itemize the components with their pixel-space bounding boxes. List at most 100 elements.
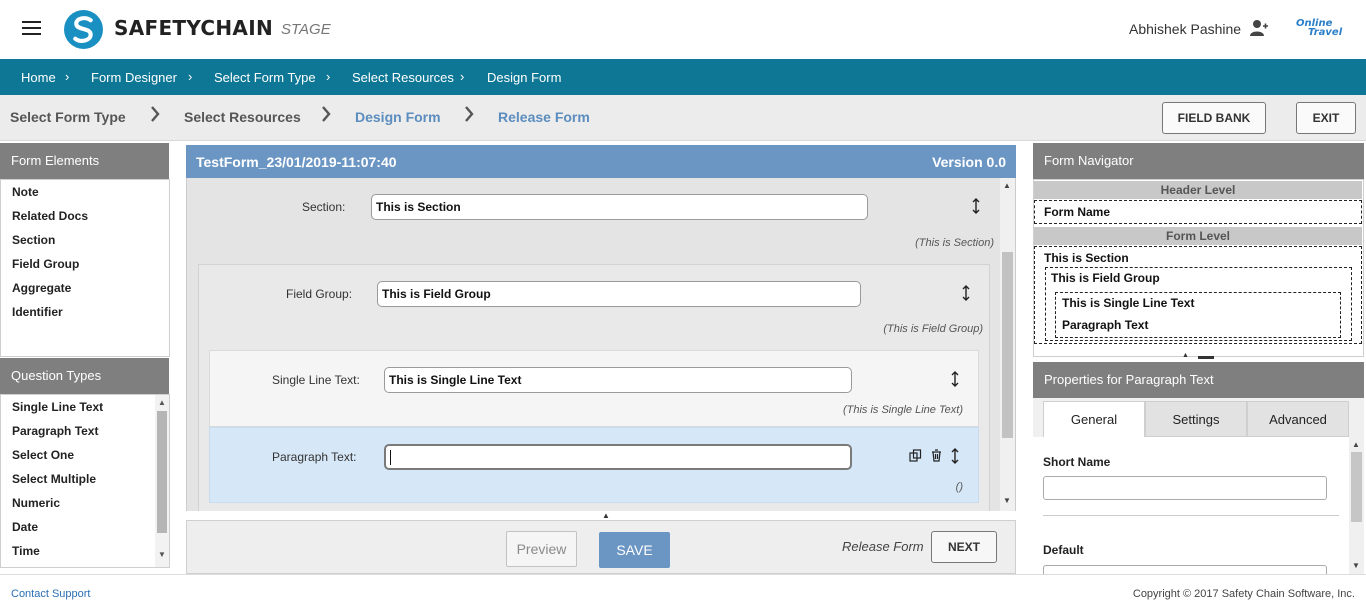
question-type-single-line-text[interactable]: Single Line Text	[12, 400, 103, 414]
question-types-list: Single Line Text Paragraph Text Select O…	[0, 394, 170, 568]
general-tab-content: Short Name Default	[1033, 437, 1349, 574]
breadcrumb-separator: ›	[65, 69, 70, 84]
field-group-input[interactable]: This is Field Group	[377, 281, 861, 307]
tab-advanced[interactable]: Advanced	[1247, 401, 1349, 437]
form-navigator-header: Form Navigator	[1033, 143, 1364, 179]
move-icon[interactable]	[962, 285, 970, 301]
single-line-text-label: Single Line Text:	[272, 373, 360, 387]
question-types-header: Question Types	[0, 358, 169, 394]
paragraph-text-input[interactable]	[384, 444, 852, 470]
next-button[interactable]: NEXT	[931, 531, 997, 563]
text-cursor	[390, 450, 391, 465]
breadcrumb-home[interactable]: Home	[21, 70, 56, 85]
field-bank-button[interactable]: FIELD BANK	[1162, 102, 1266, 134]
short-name-label: Short Name	[1043, 455, 1111, 469]
delete-icon[interactable]	[931, 449, 942, 462]
form-elements-list: Note Related Docs Section Field Group Ag…	[0, 179, 170, 357]
form-element-section[interactable]: Section	[12, 233, 55, 247]
field-group-label: Field Group:	[286, 287, 353, 301]
nav-form-name[interactable]: Form Name	[1044, 205, 1110, 219]
default-label: Default	[1043, 543, 1084, 557]
paragraph-text-row[interactable]: Paragraph Text: ()	[209, 427, 979, 503]
paragraph-text-label: Paragraph Text:	[272, 450, 357, 464]
brand-logo: Online Travel	[1292, 17, 1342, 41]
form-name: TestForm_23/01/2019-11:07:40	[196, 154, 397, 170]
form-element-note[interactable]: Note	[12, 185, 39, 199]
preview-button[interactable]: Preview	[506, 531, 577, 567]
single-line-text-row[interactable]: Single Line Text: This is Single Line Te…	[209, 350, 979, 427]
scroll-down-icon[interactable]: ▼	[158, 550, 166, 559]
move-icon[interactable]	[951, 371, 959, 387]
move-icon[interactable]	[951, 448, 959, 464]
username[interactable]: Abhishek Pashine	[1129, 21, 1241, 37]
step-design-form[interactable]: Design Form	[355, 109, 441, 125]
nav-field-group[interactable]: This is Field Group	[1051, 271, 1160, 285]
step-release-form[interactable]: Release Form	[498, 109, 590, 125]
exit-button[interactable]: EXIT	[1296, 102, 1356, 134]
form-elements-header: Form Elements	[0, 143, 169, 179]
scrollbar-thumb[interactable]	[1351, 452, 1362, 522]
question-type-date[interactable]: Date	[12, 520, 38, 534]
form-title-bar: TestForm_23/01/2019-11:07:40 Version 0.0	[186, 145, 1016, 178]
section-caption: (This is Section)	[915, 237, 994, 249]
scroll-down-icon[interactable]: ▼	[1003, 496, 1011, 505]
default-input[interactable]	[1043, 565, 1327, 574]
step-select-resources[interactable]: Select Resources	[184, 109, 301, 125]
collapse-up-icon[interactable]: ▲	[1182, 352, 1189, 359]
menu-icon[interactable]	[22, 21, 41, 37]
environment-label: STAGE	[281, 21, 331, 38]
step-select-form-type[interactable]: Select Form Type	[10, 109, 126, 125]
nav-paragraph-text[interactable]: Paragraph Text	[1062, 318, 1148, 332]
scroll-up-icon[interactable]: ▲	[158, 398, 166, 407]
question-types-scrollbar[interactable]: ▲ ▼	[155, 395, 169, 567]
section-input[interactable]: This is Section	[371, 194, 868, 220]
field-group-caption: (This is Field Group)	[883, 323, 983, 335]
breadcrumb-select-resources[interactable]: Select Resources	[352, 70, 454, 85]
copy-icon[interactable]	[909, 449, 922, 462]
chevron-right-icon	[465, 106, 474, 122]
footer: Contact Support Copyright © 2017 Safety …	[0, 574, 1366, 612]
tab-settings[interactable]: Settings	[1145, 401, 1247, 437]
move-icon[interactable]	[972, 198, 980, 214]
breadcrumb: Home › Form Designer › Select Form Type …	[0, 59, 1366, 95]
form-element-identifier[interactable]: Identifier	[12, 305, 63, 319]
form-actions-bar: Preview SAVE Release Form NEXT	[186, 520, 1016, 574]
short-name-input[interactable]	[1043, 476, 1327, 500]
scroll-up-icon[interactable]: ▲	[1003, 181, 1011, 190]
top-header: SAFETYCHAIN STAGE Abhishek Pashine Onlin…	[0, 0, 1366, 59]
scroll-up-icon[interactable]: ▲	[1352, 440, 1360, 449]
nav-section[interactable]: This is Section	[1044, 251, 1129, 265]
question-type-numeric[interactable]: Numeric	[12, 496, 60, 510]
nav-single-line-text[interactable]: This is Single Line Text	[1062, 296, 1194, 310]
tab-general[interactable]: General	[1043, 401, 1145, 437]
logo-text: SAFETYCHAIN	[114, 16, 273, 40]
question-type-select-multiple[interactable]: Select Multiple	[12, 472, 96, 486]
section-label: Section:	[302, 200, 346, 214]
breadcrumb-design-form: Design Form	[487, 70, 562, 85]
collapse-up-icon[interactable]: ▲	[602, 511, 610, 520]
form-canvas: Section: This is Section (This is Sectio…	[186, 178, 1016, 511]
chevron-right-icon	[151, 106, 160, 122]
breadcrumb-select-form-type[interactable]: Select Form Type	[214, 70, 316, 85]
scrollbar-thumb[interactable]	[157, 411, 167, 533]
question-type-select-one[interactable]: Select One	[12, 448, 74, 462]
question-type-paragraph-text[interactable]: Paragraph Text	[12, 424, 98, 438]
properties-scrollbar[interactable]: ▲ ▼	[1349, 437, 1364, 574]
form-level-bar: Form Level	[1034, 227, 1362, 245]
save-button[interactable]: SAVE	[599, 532, 670, 568]
form-element-field-group[interactable]: Field Group	[12, 257, 79, 271]
contact-support-link[interactable]: Contact Support	[11, 588, 91, 600]
question-type-time[interactable]: Time	[12, 544, 40, 558]
resize-handle-icon[interactable]	[1198, 356, 1214, 359]
user-settings-icon[interactable]	[1249, 19, 1269, 37]
brand-logo-line2: Travel	[1308, 27, 1343, 38]
scrollbar-thumb[interactable]	[1002, 252, 1013, 438]
single-line-text-input[interactable]: This is Single Line Text	[384, 367, 852, 393]
form-element-aggregate[interactable]: Aggregate	[12, 281, 71, 295]
form-element-related-docs[interactable]: Related Docs	[12, 209, 88, 223]
scroll-down-icon[interactable]: ▼	[1352, 561, 1360, 570]
chevron-right-icon	[322, 106, 331, 122]
form-canvas-scrollbar[interactable]: ▲ ▼	[1000, 178, 1015, 511]
breadcrumb-form-designer[interactable]: Form Designer	[91, 70, 177, 85]
breadcrumb-separator: ›	[460, 69, 465, 84]
